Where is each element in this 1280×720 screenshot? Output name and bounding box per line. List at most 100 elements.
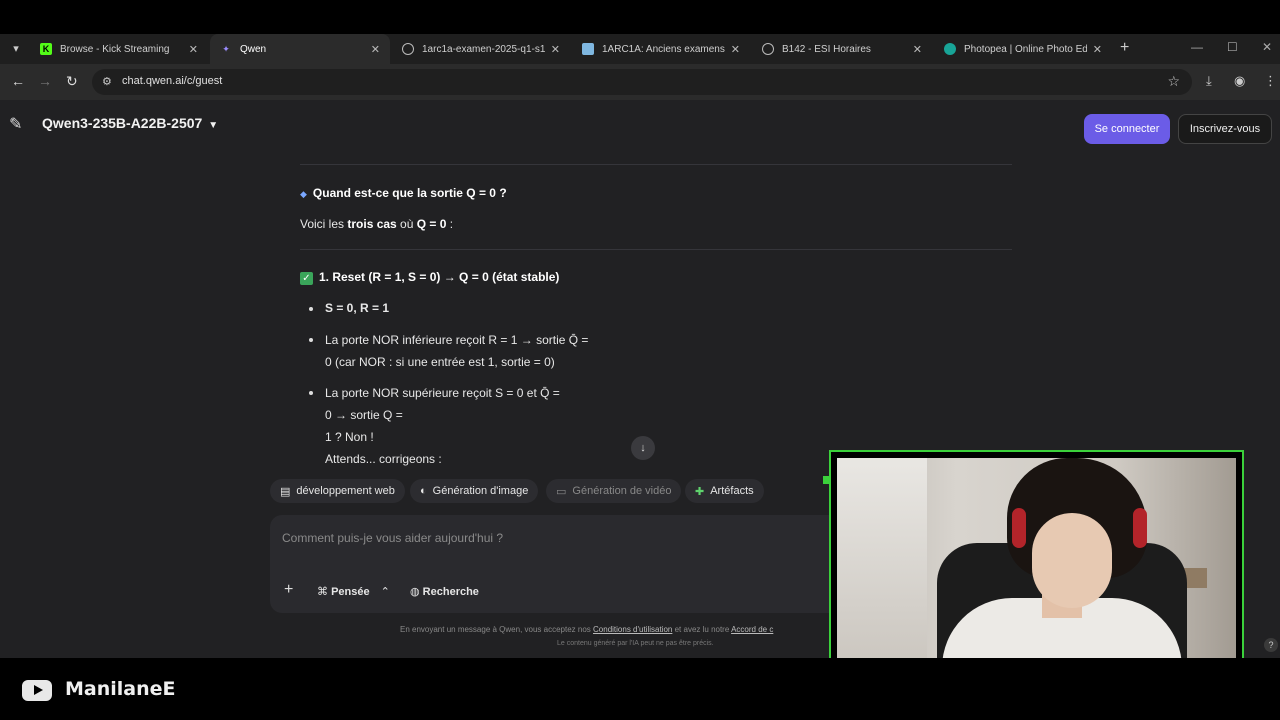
terms-link[interactable]: Conditions d'utilisation	[593, 625, 672, 634]
reload-icon[interactable]: ↻	[66, 73, 78, 90]
bullet-dot	[309, 307, 313, 311]
close-icon[interactable]: ✕	[371, 43, 380, 56]
new-tab-button[interactable]: +	[1120, 39, 1129, 57]
tab-examen[interactable]: 1arc1a-examen-2025-q1-s1-s ✕	[392, 34, 570, 64]
tab-title: B142 - ESI Horaires	[782, 43, 871, 55]
ai-disclaimer: Le contenu généré par l'IA peut ne pas ê…	[557, 640, 714, 647]
webcam-background-window	[837, 458, 927, 685]
tab-photopea[interactable]: Photopea | Online Photo Edito ✕	[934, 34, 1112, 64]
close-icon[interactable]: ✕	[551, 43, 560, 56]
bullet-dot	[309, 391, 313, 395]
chip-label: développement web	[296, 485, 395, 497]
globe-icon: ◍	[410, 586, 420, 598]
case-heading: ✓ 1. Reset (R = 1, S = 0) → Q = 0 (état s…	[300, 270, 559, 285]
window-close-icon[interactable]: ✕	[1262, 40, 1272, 54]
palette-icon: ◐	[420, 485, 427, 497]
list-item: La porte NOR inférieure reçoit R = 1 → s…	[325, 333, 589, 347]
notice-text: En envoyant un message à Qwen, vous acce…	[400, 625, 594, 634]
intro-bold: Q = 0	[416, 217, 447, 231]
puzzle-icon: ✚	[695, 485, 705, 498]
globe-icon	[762, 43, 774, 55]
tab-esi-horaires[interactable]: B142 - ESI Horaires ✕	[752, 34, 932, 64]
profile-icon[interactable]: ◉	[1234, 73, 1245, 89]
tab-title: Photopea | Online Photo Edito	[964, 43, 1087, 55]
webcam-person-face	[1032, 513, 1112, 608]
divider	[300, 164, 1012, 165]
intro-bold: trois cas	[347, 217, 397, 231]
webcam-overlay	[823, 450, 1250, 691]
case-title: 1. Reset (R = 1, S = 0) → Q = 0 (état st…	[319, 270, 560, 284]
minimize-icon[interactable]: —	[1191, 40, 1203, 54]
help-icon[interactable]: ?	[1264, 638, 1278, 652]
globe-icon	[402, 43, 414, 55]
section-heading: ◆ Quand est-ce que la sortie Q = 0 ?	[300, 186, 507, 200]
site-info-icon[interactable]: ⚙	[102, 75, 112, 88]
signup-button[interactable]: Inscrivez-vous	[1178, 114, 1272, 144]
menu-icon[interactable]: ⋮	[1264, 73, 1277, 89]
play-icon	[34, 685, 43, 695]
forward-icon[interactable]: →	[38, 73, 52, 89]
channel-name: ManilaneE	[65, 678, 176, 700]
list-item-continued: 0 (car NOR : si une entrée est 1, sortie…	[325, 355, 555, 369]
check-mark-icon: ✓	[300, 272, 313, 285]
qwen-icon: ✦	[222, 44, 230, 54]
download-icon[interactable]: ⤓	[1206, 73, 1212, 89]
tab-search-icon[interactable]: ▾	[6, 39, 26, 59]
list-item-continued: 1 ? Non !	[325, 430, 374, 444]
intro-text: Voici les	[300, 217, 348, 231]
maximize-icon[interactable]: ☐	[1227, 40, 1238, 54]
close-icon[interactable]: ✕	[1093, 43, 1102, 56]
privacy-link[interactable]: Accord de c	[731, 625, 773, 634]
chip-label: Génération de vidéo	[572, 485, 672, 497]
thinking-icon: ⌘	[317, 586, 328, 598]
webcam-feed	[837, 458, 1236, 685]
list-item: La porte NOR supérieure reçoit S = 0 et …	[325, 386, 560, 400]
close-icon[interactable]: ✕	[189, 43, 198, 56]
intro-paragraph: Voici les trois cas où Q = 0 :	[300, 217, 453, 231]
thinking-label: Pensée	[331, 586, 370, 598]
new-chat-icon[interactable]: ✎	[9, 114, 22, 134]
message-composer[interactable]: Comment puis-je vous aider aujourd'hui ?…	[270, 515, 870, 613]
youtube-icon	[22, 680, 52, 701]
diamond-icon: ◆	[300, 189, 307, 199]
tab-strip: ▾ K Browse - Kick Streaming ✕ ✦ Qwen ✕ 1…	[0, 34, 1280, 64]
divider	[300, 249, 1012, 250]
scroll-down-arrow-icon[interactable]: ↓	[631, 436, 655, 460]
tab-qwen[interactable]: ✦ Qwen ✕	[210, 34, 390, 64]
tab-kick[interactable]: K Browse - Kick Streaming ✕	[30, 34, 208, 64]
chip-image-generation[interactable]: ◐ Génération d'image	[410, 479, 539, 503]
tab-title: Qwen	[240, 43, 267, 55]
list-item-continued: 0 → sortie Q =	[325, 408, 403, 422]
webcam-headset	[1133, 508, 1147, 548]
address-bar[interactable]: ⚙ chat.qwen.ai/c/guest ☆	[92, 69, 1192, 95]
search-toggle[interactable]: ◍ Recherche	[410, 585, 479, 598]
bullet-dot	[309, 338, 313, 342]
chip-video-generation[interactable]: ▭ Génération de vidéo	[546, 479, 682, 503]
browser-toolbar: ← → ↻ ⚙ chat.qwen.ai/c/guest ☆ ⤓ ◉ ⋮	[0, 64, 1280, 100]
back-icon[interactable]: ←	[11, 73, 25, 89]
thinking-toggle[interactable]: ⌘ Pensée ⌃	[317, 585, 390, 598]
tab-title: 1arc1a-examen-2025-q1-s1-s	[422, 43, 545, 55]
message-input[interactable]: Comment puis-je vous aider aujourd'hui ?	[282, 531, 503, 545]
kick-icon: K	[40, 43, 52, 55]
doc-icon	[582, 43, 594, 55]
list-item-continued: Attends... corrigeons :	[325, 452, 442, 466]
bookmark-star-icon[interactable]: ☆	[1167, 73, 1180, 90]
tab-title: 1ARC1A: Anciens examens | p	[602, 43, 725, 55]
close-icon[interactable]: ✕	[731, 43, 740, 56]
intro-text: où	[396, 217, 417, 231]
model-selector[interactable]: Qwen3-235B-A22B-2507 ▼	[42, 115, 218, 131]
intro-text: :	[446, 217, 454, 231]
chevron-up-icon[interactable]: ⌃	[381, 586, 390, 598]
attach-plus-icon[interactable]: +	[284, 581, 293, 599]
chip-artifacts[interactable]: ✚ Artéfacts	[685, 479, 764, 503]
video-icon: ▭	[556, 485, 567, 498]
webcam-headset	[1012, 508, 1026, 548]
chip-web-dev[interactable]: ▤ développement web	[270, 479, 405, 503]
login-button[interactable]: Se connecter	[1084, 114, 1170, 144]
terms-notice: En envoyant un message à Qwen, vous acce…	[400, 625, 773, 634]
list-item: S = 0, R = 1	[325, 301, 390, 315]
photopea-icon	[944, 43, 956, 55]
tab-anciens-examens[interactable]: 1ARC1A: Anciens examens | p ✕	[572, 34, 750, 64]
close-icon[interactable]: ✕	[913, 43, 922, 56]
